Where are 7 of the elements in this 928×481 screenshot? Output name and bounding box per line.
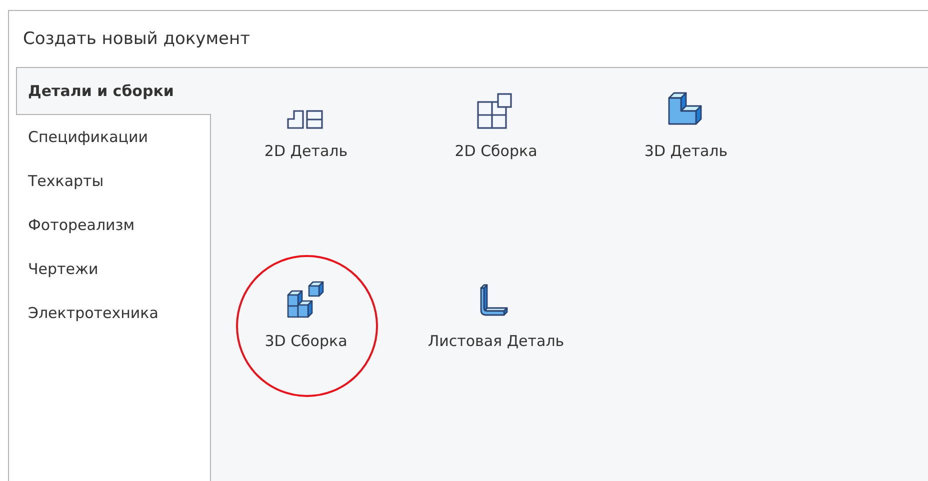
template-item[interactable]: Листовая Деталь [424, 268, 568, 350]
window-title: Создать новый документ [22, 28, 252, 49]
template-item[interactable]: 3D Деталь [640, 78, 732, 160]
template-item[interactable]: 3D Сборка [260, 268, 352, 350]
category-tab[interactable]: Детали и сборки [16, 67, 211, 115]
template-item[interactable]: 2D Сборка [450, 78, 542, 160]
template-item[interactable]: 2D Деталь [260, 78, 352, 160]
